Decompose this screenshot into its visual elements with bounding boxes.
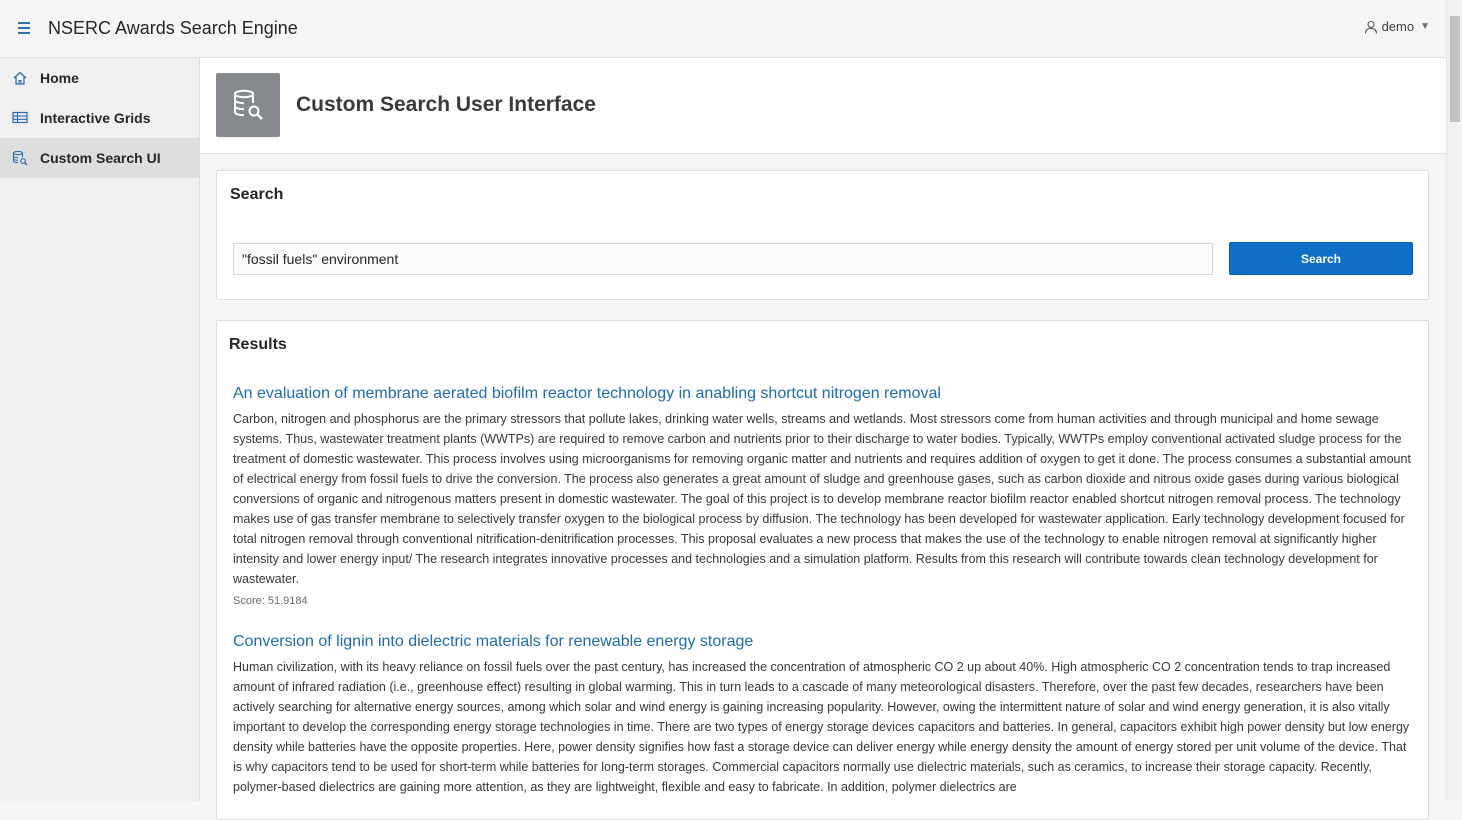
page-scrollbar[interactable] — [1446, 0, 1462, 801]
search-region-title: Search — [230, 186, 284, 203]
result-item: Conversion of lignin into dielectric mat… — [233, 633, 1413, 797]
main-content: Custom Search User Interface Search Sear… — [200, 58, 1446, 820]
result-abstract: Human civilization, with its heavy relia… — [233, 660, 1410, 794]
search-input[interactable] — [233, 243, 1213, 275]
app-title[interactable]: NSERC Awards Search Engine — [48, 18, 298, 39]
result-abstract: Carbon, nitrogen and phosphorus are the … — [233, 412, 1411, 586]
top-header: NSERC Awards Search Engine demo ▼ — [0, 0, 1446, 58]
search-button[interactable]: Search — [1229, 242, 1413, 275]
sidebar: Home Interactive Grids Custom Search UI — [0, 58, 200, 801]
search-region: Search Search — [216, 170, 1429, 300]
sidebar-item-home[interactable]: Home — [0, 58, 199, 98]
menu-icon[interactable] — [16, 22, 32, 36]
grid-icon — [12, 110, 28, 126]
user-icon — [1364, 20, 1378, 34]
result-title-link[interactable]: Conversion of lignin into dielectric mat… — [233, 633, 1413, 651]
sidebar-item-label: Custom Search UI — [40, 150, 161, 166]
scrollbar-thumb[interactable] — [1450, 16, 1460, 122]
database-search-icon — [12, 150, 28, 166]
home-icon — [12, 70, 28, 86]
caret-down-icon: ▼ — [1420, 21, 1430, 32]
page-title: Custom Search User Interface — [296, 93, 596, 116]
database-search-icon — [216, 73, 280, 137]
page-hero: Custom Search User Interface — [200, 58, 1446, 154]
user-name: demo — [1381, 19, 1415, 34]
result-score: Score: 51.9184 — [233, 595, 308, 607]
results-region-title: Results — [229, 336, 287, 353]
sidebar-item-custom-search-ui[interactable]: Custom Search UI — [0, 138, 199, 178]
sidebar-item-label: Home — [40, 70, 79, 86]
result-item: An evaluation of membrane aerated biofil… — [233, 385, 1413, 607]
sidebar-item-label: Interactive Grids — [40, 110, 151, 126]
results-region: Results An evaluation of membrane aerate… — [216, 320, 1429, 820]
result-title-link[interactable]: An evaluation of membrane aerated biofil… — [233, 385, 1413, 403]
sidebar-item-interactive-grids[interactable]: Interactive Grids — [0, 98, 199, 138]
user-menu[interactable]: demo ▼ — [1364, 19, 1430, 34]
